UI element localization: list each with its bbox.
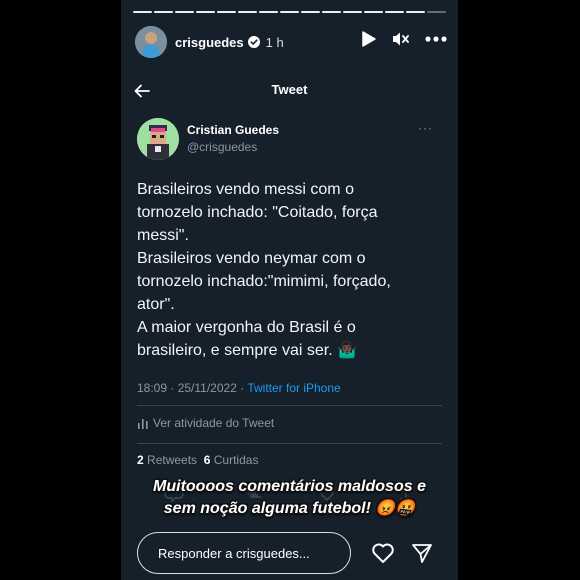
retweets-label[interactable]: Retweets [147, 453, 197, 467]
tweet-author: Cristian Guedes @crisguedes ··· [137, 118, 447, 160]
progress-segment [427, 11, 446, 13]
progress-segment [238, 11, 257, 13]
progress-segment [175, 11, 194, 13]
tweet-page-title: Tweet [271, 82, 308, 97]
story-caption: Muitoooos comentários maldosos e sem noç… [121, 476, 458, 520]
story-progress-bar [133, 11, 446, 13]
caption-line: sem noção alguma futebol! 😡🤬 [163, 500, 416, 517]
reply-input[interactable] [137, 532, 351, 574]
more-icon[interactable] [425, 36, 447, 42]
user-avatar-icon [135, 26, 167, 58]
divider [137, 443, 442, 444]
story-viewer: crisguedes 1 h Tweet Cristian Guedes @cr… [121, 0, 458, 580]
progress-segment [154, 11, 173, 13]
heart-icon[interactable] [371, 542, 395, 564]
tweet-source-link[interactable]: Twitter for iPhone [247, 381, 340, 395]
progress-segment [343, 11, 362, 13]
progress-segment [133, 11, 152, 13]
retweets-count[interactable]: 2 [137, 453, 144, 467]
tweet-timestamp: 18:09 · 25/11/2022 · [137, 381, 248, 395]
send-icon[interactable] [411, 542, 433, 564]
progress-segment [280, 11, 299, 13]
play-icon[interactable] [362, 31, 376, 47]
pixel-art-avatar-icon [137, 118, 179, 160]
tweet-text-line: Brasileiros vendo neymar com o [137, 250, 366, 267]
tweet-activity-link[interactable]: Ver atividade do Tweet [137, 416, 274, 430]
progress-segment [217, 11, 236, 13]
story-username[interactable]: crisguedes [175, 35, 244, 50]
tweet-meta: 18:09 · 25/11/2022 · Twitter for iPhone [137, 381, 341, 395]
tweet-text-line: A maior vergonha do Brasil é o [137, 319, 356, 336]
progress-segment [259, 11, 278, 13]
tweet-text-line: ator". [137, 296, 175, 313]
verified-badge-icon [247, 36, 260, 48]
mute-icon[interactable] [392, 31, 409, 47]
avatar[interactable] [135, 26, 167, 58]
tweet-text-line: tornozelo inchado: "Coitado, força [137, 204, 378, 221]
tweet-more-icon[interactable]: ··· [418, 121, 433, 135]
tweet-text: Brasileiros vendo messi com o tornozelo … [137, 178, 437, 362]
reply-bar [137, 532, 447, 576]
tweet-stats: 2 Retweets 6 Curtidas [137, 453, 258, 467]
story-header: crisguedes 1 h [135, 25, 447, 59]
progress-segment [364, 11, 383, 13]
tweet-text-line: brasileiro, e sempre vai ser. 🤷🏿‍♂️ [137, 342, 357, 359]
tweet-text-line: messi". [137, 227, 189, 244]
analytics-icon [138, 419, 148, 429]
progress-segment [196, 11, 215, 13]
activity-label: Ver atividade do Tweet [153, 416, 275, 430]
progress-segment [301, 11, 320, 13]
author-name[interactable]: Cristian Guedes [187, 123, 279, 137]
tweet-text-line: Brasileiros vendo messi com o [137, 181, 354, 198]
caption-line: Muitoooos comentários maldosos e [153, 478, 426, 495]
likes-label[interactable]: Curtidas [214, 453, 259, 467]
author-avatar[interactable] [137, 118, 179, 160]
tweet-text-line: tornozelo inchado:"mimimi, forçado, [137, 273, 391, 290]
progress-segment [406, 11, 425, 13]
progress-segment [385, 11, 404, 13]
divider [137, 405, 442, 406]
story-time: 1 h [265, 34, 284, 50]
author-handle[interactable]: @crisguedes [187, 140, 257, 154]
likes-count[interactable]: 6 [204, 453, 211, 467]
tweet-topbar: Tweet [121, 76, 458, 106]
progress-segment [322, 11, 341, 13]
